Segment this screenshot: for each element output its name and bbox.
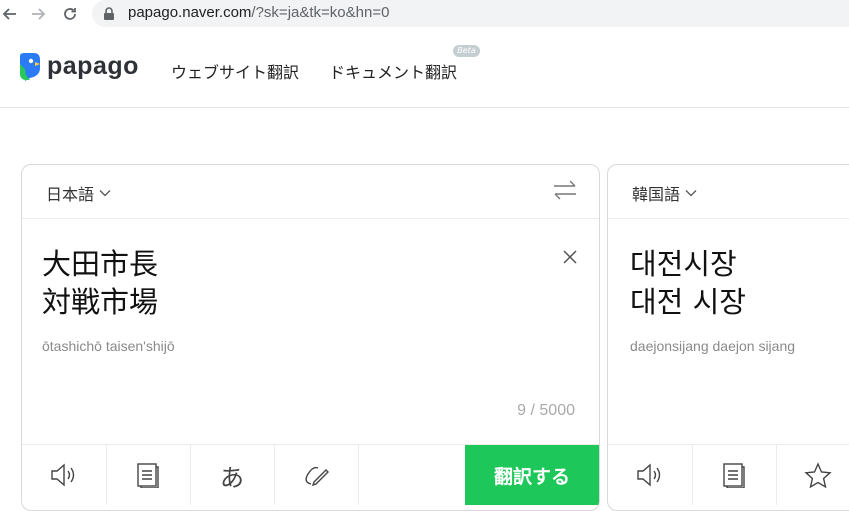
chevron-down-icon <box>99 190 111 197</box>
reload-button[interactable] <box>60 4 80 24</box>
url-text[interactable]: papago.naver.com/?sk=ja&tk=ko&hn=0 <box>128 4 389 21</box>
lock-icon <box>104 7 114 20</box>
forward-arrow-icon <box>32 8 46 20</box>
url-path: /?sk=ja&tk=ko&hn=0 <box>251 4 390 21</box>
handwriting-button[interactable] <box>274 445 359 505</box>
speaker-icon <box>51 463 75 487</box>
reload-icon <box>64 8 76 20</box>
speaker-icon <box>637 463 661 487</box>
url-host: papago.naver.com <box>128 4 252 21</box>
swap-languages-icon[interactable] <box>553 180 577 200</box>
target-toolbar <box>608 444 849 510</box>
source-text-input[interactable]: 大田市長 対戦市場 <box>42 245 158 321</box>
hiragana-icon: あ <box>220 463 244 492</box>
target-language-bar: 韓国語 <box>608 165 849 219</box>
translation-output: 대전시장 대전 시장 <box>630 247 746 319</box>
source-listen-button[interactable] <box>22 445 107 505</box>
target-listen-button[interactable] <box>608 445 693 505</box>
papago-logo-text[interactable]: papago <box>47 52 139 81</box>
translate-button[interactable]: 翻訳する <box>465 445 599 505</box>
chevron-down-icon <box>685 190 697 197</box>
star-icon <box>804 462 832 488</box>
source-language-select[interactable]: 日本語 <box>46 181 111 205</box>
target-vocabulary-button[interactable] <box>692 445 777 505</box>
source-toolbar: あ 翻訳する <box>22 444 599 510</box>
source-language-label: 日本語 <box>46 185 95 204</box>
source-romanization: ōtashichō taisen'shijō <box>42 338 175 354</box>
hiragana-button[interactable]: あ <box>190 445 275 505</box>
notebook-icon <box>137 463 159 488</box>
forward-button[interactable] <box>28 4 48 24</box>
browser-toolbar: papago.naver.com/?sk=ja&tk=ko&hn=0 <box>0 0 849 28</box>
back-arrow-icon <box>2 8 16 20</box>
target-romanization: daejonsijang daejon sijang <box>630 338 796 354</box>
notebook-icon <box>723 463 745 488</box>
target-language-select[interactable]: 韓国語 <box>632 181 697 205</box>
source-language-bar: 日本語 <box>22 165 599 219</box>
papago-logo-icon[interactable] <box>16 52 42 82</box>
close-icon[interactable] <box>563 250 577 264</box>
site-header: papago ウェブサイト翻訳 ドキュメント翻訳 Beta <box>0 28 849 108</box>
source-vocabulary-button[interactable] <box>106 445 191 505</box>
handwriting-icon <box>305 466 329 487</box>
character-counter: 9 / 5000 <box>517 402 575 419</box>
nav-document-translate[interactable]: ドキュメント翻訳 <box>329 59 457 83</box>
target-language-label: 韓国語 <box>632 185 681 204</box>
back-button[interactable] <box>0 4 20 24</box>
target-panel: 韓国語 대전시장 대전 시장 daejonsijang daejon sijan… <box>607 164 849 511</box>
nav-website-translate[interactable]: ウェブサイト翻訳 <box>171 59 299 83</box>
favorite-button[interactable] <box>776 445 849 505</box>
source-panel: 日本語 大田市長 対戦市場 ōtashichō taisen'shijō 9 /… <box>21 164 600 511</box>
beta-badge: Beta <box>453 45 480 57</box>
